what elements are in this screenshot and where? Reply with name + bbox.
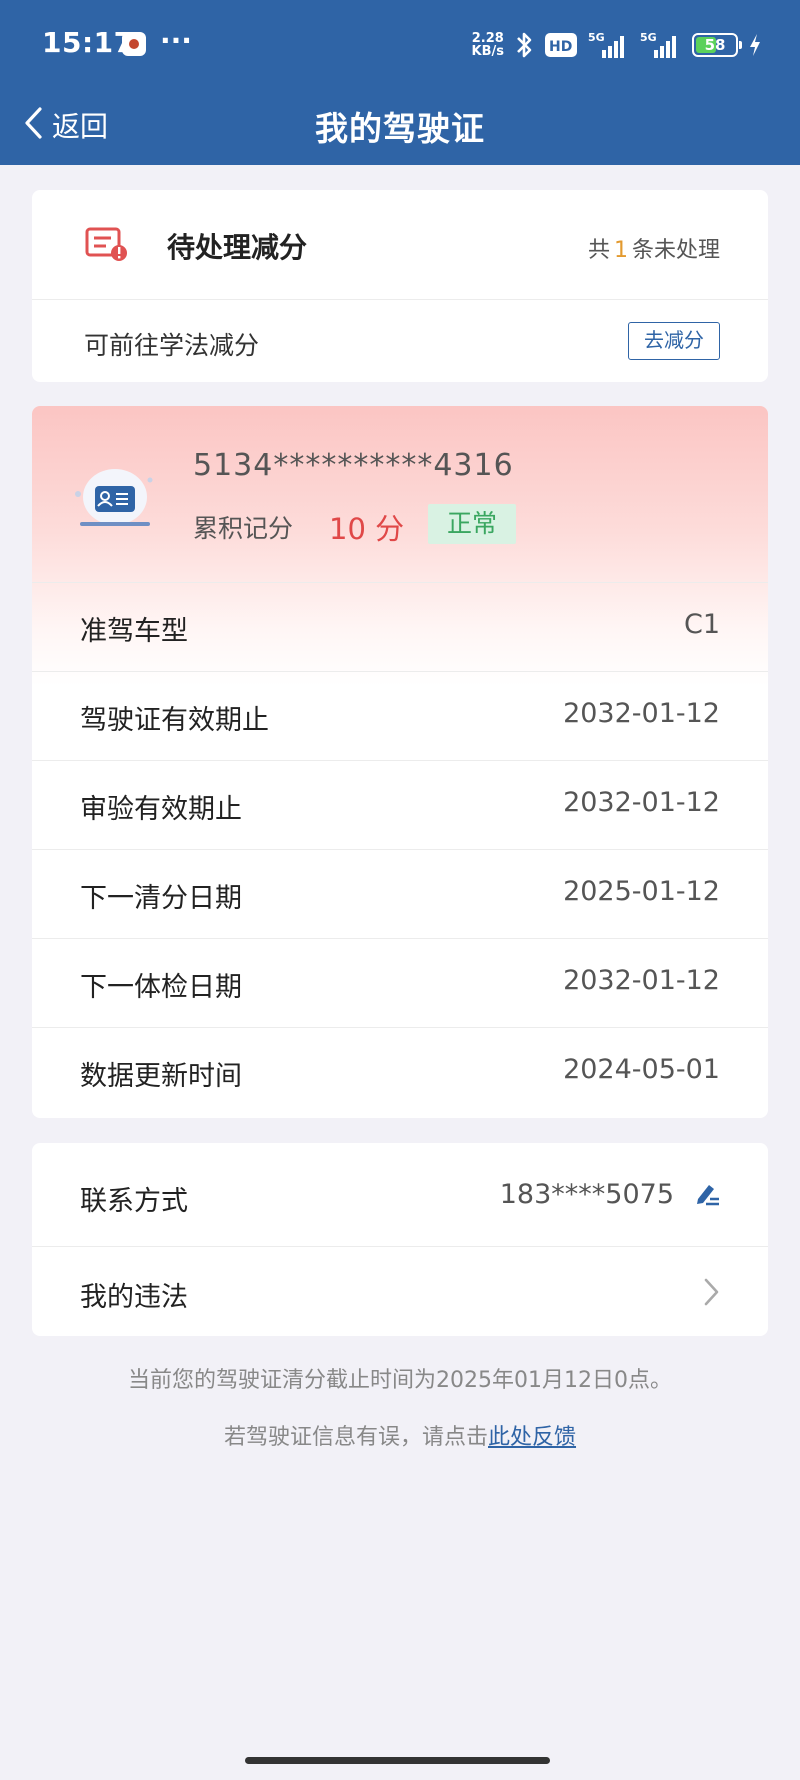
pending-deduction-card: 待处理减分 共 1 条未处理 可前往学法减分 去减分 bbox=[32, 190, 768, 382]
study-reduce-row: 可前往学法减分 去减分 bbox=[32, 300, 768, 382]
hd-icon: HD bbox=[544, 32, 578, 58]
info-row-value: C1 bbox=[683, 609, 720, 640]
pending-header: 待处理减分 共 1 条未处理 bbox=[32, 190, 768, 300]
my-violations-row[interactable]: 我的违法 bbox=[32, 1247, 768, 1336]
pending-count-prefix: 共 bbox=[587, 238, 610, 263]
network-type-1: 5G bbox=[588, 31, 605, 44]
study-reduce-text: 可前往学法减分 bbox=[84, 331, 260, 360]
contact-phone: 183****5075 bbox=[499, 1179, 674, 1210]
license-card: 5134**********4316 累积记分 10 分 正常 准驾车型 C1 … bbox=[32, 406, 768, 1118]
feedback-notice: 若驾驶证信息有误，请点击此处反馈 bbox=[0, 1419, 800, 1451]
info-row-value: 2025-01-12 bbox=[563, 876, 720, 907]
info-row-value: 2032-01-12 bbox=[563, 698, 720, 729]
info-row-key: 审验有效期止 bbox=[80, 794, 242, 825]
battery-icon: 58 bbox=[692, 33, 742, 57]
contact-card: 联系方式 183****5075 我的违法 bbox=[32, 1143, 768, 1336]
page-title: 我的驾驶证 bbox=[315, 109, 485, 148]
info-row-key: 驾驶证有效期止 bbox=[80, 705, 269, 736]
status-time: 15:17 bbox=[42, 26, 134, 59]
info-row-key: 下一清分日期 bbox=[80, 883, 242, 914]
signal-icon: 5G bbox=[588, 30, 630, 60]
info-row-key: 下一体检日期 bbox=[80, 972, 242, 1003]
info-row-vehicle-class: 准驾车型 C1 bbox=[32, 582, 768, 671]
contact-label: 联系方式 bbox=[80, 1186, 188, 1217]
charging-icon bbox=[748, 32, 762, 58]
info-row-key: 准驾车型 bbox=[80, 616, 188, 647]
info-row-value: 2032-01-12 bbox=[563, 965, 720, 996]
pending-title: 待处理减分 bbox=[167, 231, 308, 264]
svg-text:HD: HD bbox=[549, 39, 572, 55]
score-value: 10 分 bbox=[329, 512, 405, 546]
edit-icon[interactable] bbox=[692, 1179, 722, 1213]
info-row-review-expiry: 审验有效期止 2032-01-12 bbox=[32, 760, 768, 849]
license-number: 5134**********4316 bbox=[193, 448, 514, 483]
chevron-right-icon bbox=[702, 1277, 720, 1311]
status-right-group: 2.28 KB/s HD 5G 5G 58 bbox=[472, 28, 762, 62]
more-notifications-icon: ··· bbox=[160, 24, 192, 57]
info-row-key: 数据更新时间 bbox=[80, 1061, 242, 1092]
clear-deadline-notice: 当前您的驾驶证清分截止时间为2025年01月12日0点。 bbox=[128, 1368, 672, 1393]
pending-count-suffix: 条未处理 bbox=[631, 238, 720, 263]
info-row-next-clear-date: 下一清分日期 2025-01-12 bbox=[32, 849, 768, 938]
my-violations-label: 我的违法 bbox=[80, 1282, 188, 1313]
contact-row: 联系方式 183****5075 bbox=[32, 1143, 768, 1247]
driver-license-icon bbox=[70, 464, 160, 538]
info-row-value: 2032-01-12 bbox=[563, 787, 720, 818]
penalty-ticket-icon bbox=[84, 226, 130, 266]
score-label: 累积记分 bbox=[193, 514, 294, 543]
app-notification-icon bbox=[122, 32, 146, 56]
pending-count: 共 1 条未处理 bbox=[588, 232, 720, 264]
feedback-prefix: 若驾驶证信息有误，请点击 bbox=[223, 1425, 488, 1450]
app-header: 15:17 ··· 2.28 KB/s HD 5G 5G 58 返回 我的驾驶证 bbox=[0, 0, 800, 165]
signal-icon-2: 5G bbox=[640, 30, 682, 60]
battery-level: 58 bbox=[704, 36, 726, 54]
info-row-data-update-time: 数据更新时间 2024-05-01 bbox=[32, 1027, 768, 1116]
status-bar: 15:17 ··· 2.28 KB/s HD 5G 5G 58 bbox=[0, 0, 800, 90]
reduce-points-button[interactable]: 去减分 bbox=[628, 322, 720, 360]
info-row-license-expiry: 驾驶证有效期止 2032-01-12 bbox=[32, 671, 768, 760]
network-type-2: 5G bbox=[640, 31, 657, 44]
network-speed-unit: KB/s bbox=[471, 44, 504, 59]
home-indicator[interactable] bbox=[245, 1757, 550, 1764]
nav-bar: 返回 我的驾驶证 bbox=[0, 90, 800, 165]
feedback-link[interactable]: 此处反馈 bbox=[488, 1425, 576, 1450]
info-row-next-medical-date: 下一体检日期 2032-01-12 bbox=[32, 938, 768, 1027]
info-row-value: 2024-05-01 bbox=[563, 1054, 720, 1085]
bluetooth-icon bbox=[514, 30, 534, 60]
pending-count-number: 1 bbox=[613, 238, 628, 263]
status-badge: 正常 bbox=[428, 504, 516, 544]
network-speed: 2.28 KB/s bbox=[472, 32, 504, 58]
